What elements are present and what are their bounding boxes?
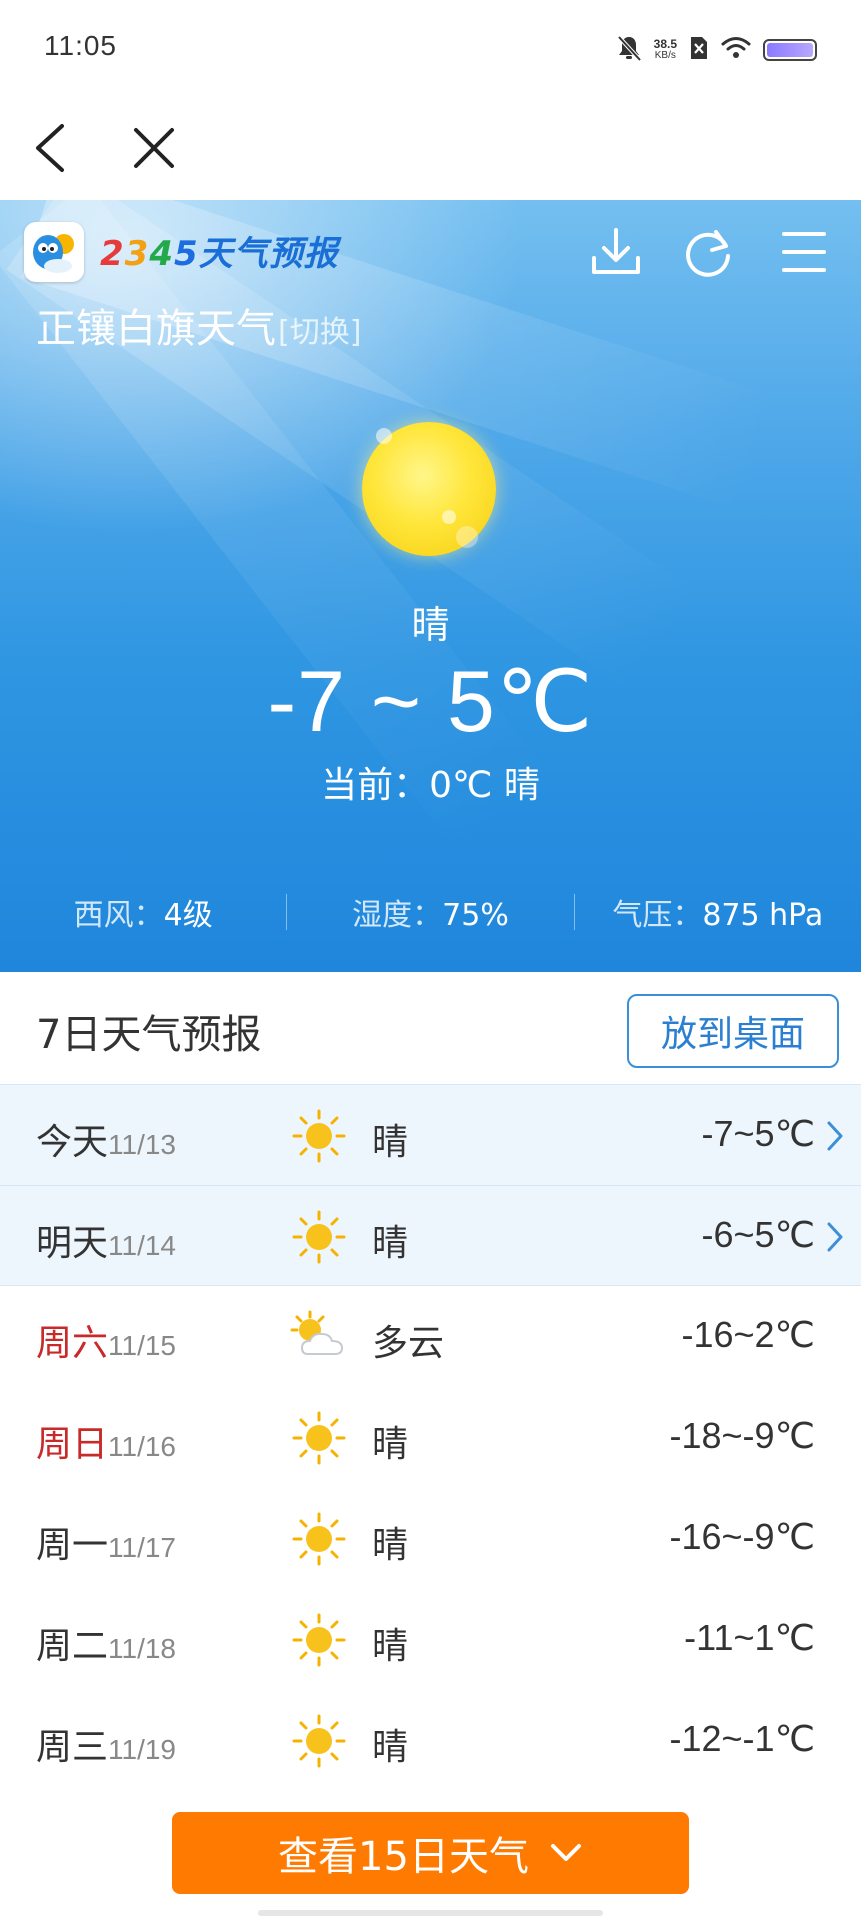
- view-15-day-button[interactable]: 查看15日天气: [172, 1812, 689, 1894]
- today-temp-range: -7 ~ 5℃: [267, 654, 594, 750]
- menu-button[interactable]: [776, 224, 832, 280]
- forecast-condition: 晴: [372, 1727, 409, 1768]
- network-speed: 38.5 KB/s: [654, 38, 677, 62]
- mute-bell-icon: [616, 34, 642, 66]
- humidity-stat: 湿度：75%: [352, 898, 509, 933]
- forecast-condition: 多云: [372, 1323, 445, 1364]
- forecast-title: 7日天气预报: [36, 1012, 262, 1058]
- wind-stat: 西风：4级: [73, 898, 213, 933]
- current-temp: 当前：0℃ 晴: [321, 765, 540, 806]
- forecast-list: 今天11/13 晴 -7~5℃ 明天11/14 晴 -6~5℃ 周六11/15 …: [0, 1084, 861, 1791]
- forecast-row-tomorrow[interactable]: 明天11/14 晴 -6~5℃: [0, 1185, 861, 1286]
- forecast-temp: -16~2℃: [681, 1314, 815, 1355]
- pressure-stat: 气压：875 hPa: [612, 898, 824, 933]
- chevron-down-icon: [550, 1844, 581, 1861]
- forecast-day: 明天11/14: [36, 1223, 177, 1264]
- forecast-temp: -11~1℃: [684, 1617, 815, 1658]
- forecast-temp: -18~-9℃: [669, 1415, 816, 1456]
- back-button[interactable]: [28, 118, 88, 178]
- chevron-left-icon: [36, 124, 64, 172]
- net-speed-unit: KB/s: [654, 50, 676, 61]
- download-icon: [592, 228, 640, 274]
- forecast-condition: 晴: [372, 1424, 409, 1465]
- weather-stats: 西风：4级 湿度：75% 气压：875 hPa: [0, 888, 861, 936]
- brand-logo-text: 2345天气预报: [100, 234, 339, 274]
- city-name: 正镶白旗天气: [36, 306, 276, 352]
- status-time: 11:05: [44, 30, 117, 61]
- mascot-icon: [33, 234, 74, 273]
- wifi-icon: [721, 36, 751, 64]
- partly-cloudy-icon: [288, 1308, 350, 1366]
- nav-bar: [0, 96, 861, 200]
- close-button[interactable]: [124, 118, 184, 178]
- forecast-temp: -7~5℃: [701, 1113, 815, 1154]
- add-to-desktop-button[interactable]: 放到桌面: [627, 994, 839, 1068]
- chevron-right-icon: [825, 1119, 845, 1153]
- forecast-day: 周三11/19: [36, 1727, 177, 1768]
- sunny-icon: [288, 1712, 350, 1770]
- refresh-button[interactable]: [680, 224, 736, 280]
- refresh-icon: [686, 230, 730, 277]
- forecast-temp: -16~-9℃: [669, 1516, 816, 1557]
- sun-weather-icon: [362, 422, 496, 556]
- current-condition: 晴: [411, 603, 450, 647]
- city-name-row: 正镶白旗天气[切换]: [36, 296, 361, 354]
- forecast-day: 周一11/17: [36, 1525, 177, 1566]
- forecast-row: 周三11/19 晴 -12~-1℃: [0, 1690, 861, 1791]
- view-15-day-label: 查看15日天气: [278, 1834, 529, 1880]
- forecast-condition: 晴: [372, 1525, 409, 1566]
- sunny-icon: [288, 1409, 350, 1467]
- status-bar: 11:05 38.5 KB/s: [0, 0, 861, 96]
- forecast-day: 周日11/16: [36, 1424, 177, 1465]
- forecast-row: 周六11/15 多云 -16~2℃: [0, 1286, 861, 1387]
- home-indicator[interactable]: [258, 1910, 603, 1916]
- sunny-icon: [288, 1510, 350, 1568]
- sunny-icon: [288, 1208, 350, 1266]
- forecast-row: 周二11/18 晴 -11~1℃: [0, 1589, 861, 1690]
- net-speed-value: 38.5: [653, 37, 677, 51]
- sunny-icon: [288, 1107, 350, 1165]
- download-button[interactable]: [588, 224, 644, 280]
- forecast-day: 周二11/18: [36, 1626, 177, 1667]
- forecast-day: 周六11/15: [36, 1323, 177, 1364]
- no-sim-icon: [689, 35, 709, 65]
- status-icons: 38.5 KB/s: [616, 32, 817, 68]
- close-icon: [134, 128, 174, 168]
- weather-hero: 2345天气预报 正镶白旗天气[切换] 晴 -7 ~ 5℃ 当前：0℃ 晴 西风: [0, 200, 861, 972]
- sunny-icon: [288, 1611, 350, 1669]
- forecast-row: 周一11/17 晴 -16~-9℃: [0, 1488, 861, 1589]
- forecast-day: 今天11/13: [36, 1122, 177, 1163]
- forecast-temp: -12~-1℃: [669, 1718, 816, 1759]
- forecast-condition: 晴: [372, 1122, 409, 1163]
- switch-city-link[interactable]: [切换]: [278, 315, 361, 350]
- forecast-condition: 晴: [372, 1223, 409, 1264]
- forecast-condition: 晴: [372, 1626, 409, 1667]
- battery-icon: [763, 39, 817, 61]
- chevron-right-icon: [825, 1220, 845, 1254]
- forecast-row: 周日11/16 晴 -18~-9℃: [0, 1387, 861, 1488]
- forecast-row-today[interactable]: 今天11/13 晴 -7~5℃: [0, 1084, 861, 1185]
- app-logo: [24, 222, 84, 282]
- forecast-header: 7日天气预报 放到桌面: [0, 972, 861, 1084]
- menu-icon: [782, 232, 826, 272]
- forecast-temp: -6~5℃: [701, 1214, 815, 1255]
